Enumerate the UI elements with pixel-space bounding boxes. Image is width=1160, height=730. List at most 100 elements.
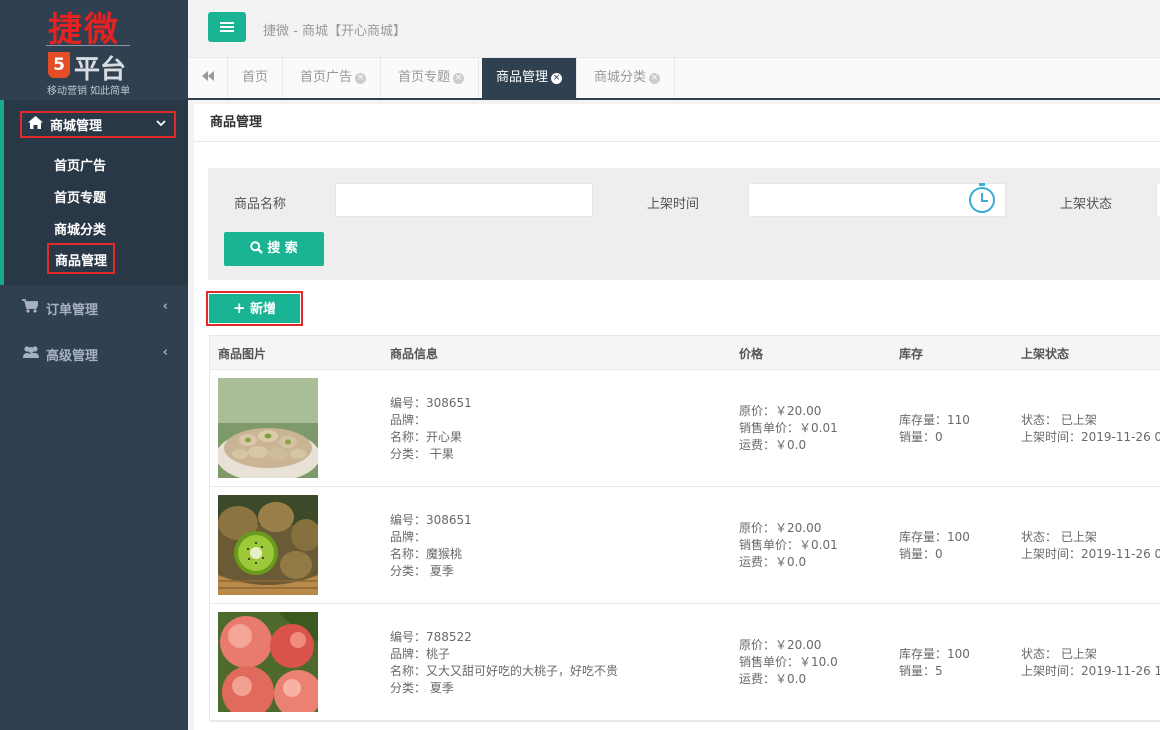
info-name: 名称：魔猴桃	[390, 547, 463, 561]
product-price: 原价：￥20.00 销售单价：￥10.0 运费：￥0.0	[739, 637, 838, 688]
search-panel: 商品名称 上架时间 上架状态 搜 索	[208, 168, 1160, 280]
product-image-pistachio	[218, 378, 318, 478]
search-icon	[250, 241, 264, 254]
close-icon[interactable]: ×	[453, 73, 465, 84]
logo-brand: 捷微	[48, 10, 120, 50]
nav-product-management[interactable]: 商品管理	[47, 243, 116, 274]
product-status: 状态： 已上架 上架时间：2019-11-26 09	[1021, 529, 1160, 563]
table-row[interactable]: 编号：308651 品牌： 名称：魔猴桃 分类： 夏季 原价：￥20.00 销售…	[210, 487, 1160, 604]
add-button-highlight: + 新增	[206, 291, 303, 326]
side-nav: 商城管理 首页广告 首页专题 商城分类 商品管理 订单管理 ‹ 高级管理 ‹	[0, 100, 188, 377]
table-row[interactable]: 编号：308651 品牌： 名称：开心果 分类： 干果 原价：￥20.00 销售…	[210, 370, 1160, 487]
status-value: 状态： 已上架	[1021, 413, 1097, 427]
tab-label: 首页专题	[398, 70, 451, 85]
nav-home-topics[interactable]: 首页专题	[54, 187, 106, 206]
product-name-label: 商品名称	[234, 197, 287, 212]
product-image-peach	[218, 612, 318, 712]
col-image: 商品图片	[218, 347, 267, 361]
table-row[interactable]: 编号：788522 品牌：桃子 名称：又大又甜可好吃的大桃子，好吃不贵 分类： …	[210, 604, 1160, 721]
nav-home-ads[interactable]: 首页广告	[54, 155, 106, 174]
search-button[interactable]: 搜 索	[224, 232, 324, 266]
add-button[interactable]: + 新增	[209, 294, 300, 323]
logo-platform: 平台	[74, 55, 127, 85]
info-category: 分类： 夏季	[390, 564, 454, 578]
price-sale: 销售单价：￥10.0	[739, 655, 838, 669]
chevron-down-icon	[156, 117, 166, 130]
nav-mall-management[interactable]: 商城管理	[20, 111, 176, 138]
nav-advanced-management[interactable]: 高级管理 ‹	[0, 331, 188, 377]
close-icon[interactable]: ×	[355, 73, 367, 84]
price-original: 原价：￥20.00	[739, 404, 822, 418]
tab-product-management[interactable]: 商品管理 ×	[482, 58, 578, 98]
product-status: 状态： 已上架 上架时间：2019-11-26 10	[1021, 646, 1160, 680]
tab-home-ads[interactable]: 首页广告 ×	[286, 58, 382, 98]
plus-icon: +	[232, 299, 246, 317]
nav-order-management[interactable]: 订单管理 ‹	[0, 285, 188, 331]
col-stock: 库存	[899, 347, 924, 361]
info-code: 编号：788522	[390, 630, 472, 644]
sales-qty: 销量：0	[899, 430, 943, 444]
listing-time-input[interactable]	[748, 183, 1006, 217]
table-header: 商品图片 商品信息 价格 库存 上架状态	[210, 336, 1160, 370]
tab-label: 商城分类	[594, 70, 647, 85]
main-content: 商品管理 商品名称 上架时间 上架状态 搜 索 + 新增 商品图片 商品信息 价…	[194, 104, 1160, 730]
price-shipping: 运费：￥0.0	[739, 672, 807, 686]
product-info: 编号：308651 品牌： 名称：魔猴桃 分类： 夏季	[390, 512, 472, 580]
home-icon	[28, 116, 44, 133]
nav-mall-label: 商城管理	[50, 119, 103, 134]
product-info: 编号：788522 品牌：桃子 名称：又大又甜可好吃的大桃子，好吃不贵 分类： …	[390, 629, 618, 697]
nav-mall-category[interactable]: 商城分类	[54, 219, 106, 238]
listing-status-select[interactable]	[1156, 183, 1160, 217]
price-shipping: 运费：￥0.0	[739, 438, 807, 452]
breadcrumb: 捷微 - 商城【开心商城】	[263, 24, 406, 39]
hamburger-icon	[220, 22, 234, 32]
top-bar: 捷微 - 商城【开心商城】	[188, 0, 1160, 58]
status-value: 状态： 已上架	[1021, 530, 1097, 544]
cart-icon	[22, 299, 40, 317]
nav-advanced-label: 高级管理	[46, 348, 99, 364]
close-icon[interactable]: ×	[649, 73, 661, 84]
col-info: 商品信息	[390, 347, 439, 361]
status-time: 上架时间：2019-11-26 09	[1021, 547, 1160, 561]
product-status: 状态： 已上架 上架时间：2019-11-26 09	[1021, 412, 1160, 446]
tab-home[interactable]: 首页	[228, 58, 284, 98]
tab-home-topics[interactable]: 首页专题 ×	[384, 58, 480, 98]
clock-icon[interactable]	[969, 183, 995, 213]
close-icon[interactable]: ×	[551, 73, 563, 84]
status-time: 上架时间：2019-11-26 09	[1021, 430, 1160, 444]
sales-qty: 销量：0	[899, 547, 943, 561]
double-left-arrow-icon	[201, 71, 214, 81]
logo-divider	[46, 45, 130, 46]
tab-mall-category[interactable]: 商城分类 ×	[580, 58, 676, 98]
info-brand: 品牌：	[390, 413, 427, 427]
listing-time-label: 上架时间	[647, 197, 700, 212]
product-info: 编号：308651 品牌： 名称：开心果 分类： 干果	[390, 395, 472, 463]
info-category: 分类： 干果	[390, 447, 454, 461]
stock-qty: 库存量：100	[899, 530, 970, 544]
col-status: 上架状态	[1021, 347, 1070, 361]
search-button-label: 搜 索	[267, 241, 298, 256]
info-category: 分类： 夏季	[390, 681, 454, 695]
page-title: 商品管理	[194, 104, 1160, 142]
product-price: 原价：￥20.00 销售单价：￥0.01 运费：￥0.0	[739, 403, 838, 454]
product-image-kiwi	[218, 495, 318, 595]
col-price: 价格	[739, 347, 764, 361]
tab-label: 首页广告	[300, 70, 353, 85]
logo: 捷微 5 平台 移动营销 如此简单	[0, 0, 188, 100]
listing-status-label: 上架状态	[1060, 197, 1113, 212]
info-code: 编号：308651	[390, 513, 472, 527]
product-stock: 库存量：100 销量：0	[899, 529, 970, 563]
menu-toggle-button[interactable]	[208, 12, 246, 42]
info-name: 名称：开心果	[390, 430, 463, 444]
product-name-input[interactable]	[335, 183, 593, 217]
tab-scroll-left-button[interactable]	[188, 58, 228, 98]
price-sale: 销售单价：￥0.01	[739, 538, 838, 552]
status-value: 状态： 已上架	[1021, 647, 1097, 661]
info-name: 名称：又大又甜可好吃的大桃子，好吃不贵	[390, 664, 619, 678]
product-price: 原价：￥20.00 销售单价：￥0.01 运费：￥0.0	[739, 520, 838, 571]
price-original: 原价：￥20.00	[739, 521, 822, 535]
users-icon	[22, 345, 40, 363]
price-sale: 销售单价：￥0.01	[739, 421, 838, 435]
info-code: 编号：308651	[390, 396, 472, 410]
stock-qty: 库存量：100	[899, 647, 970, 661]
